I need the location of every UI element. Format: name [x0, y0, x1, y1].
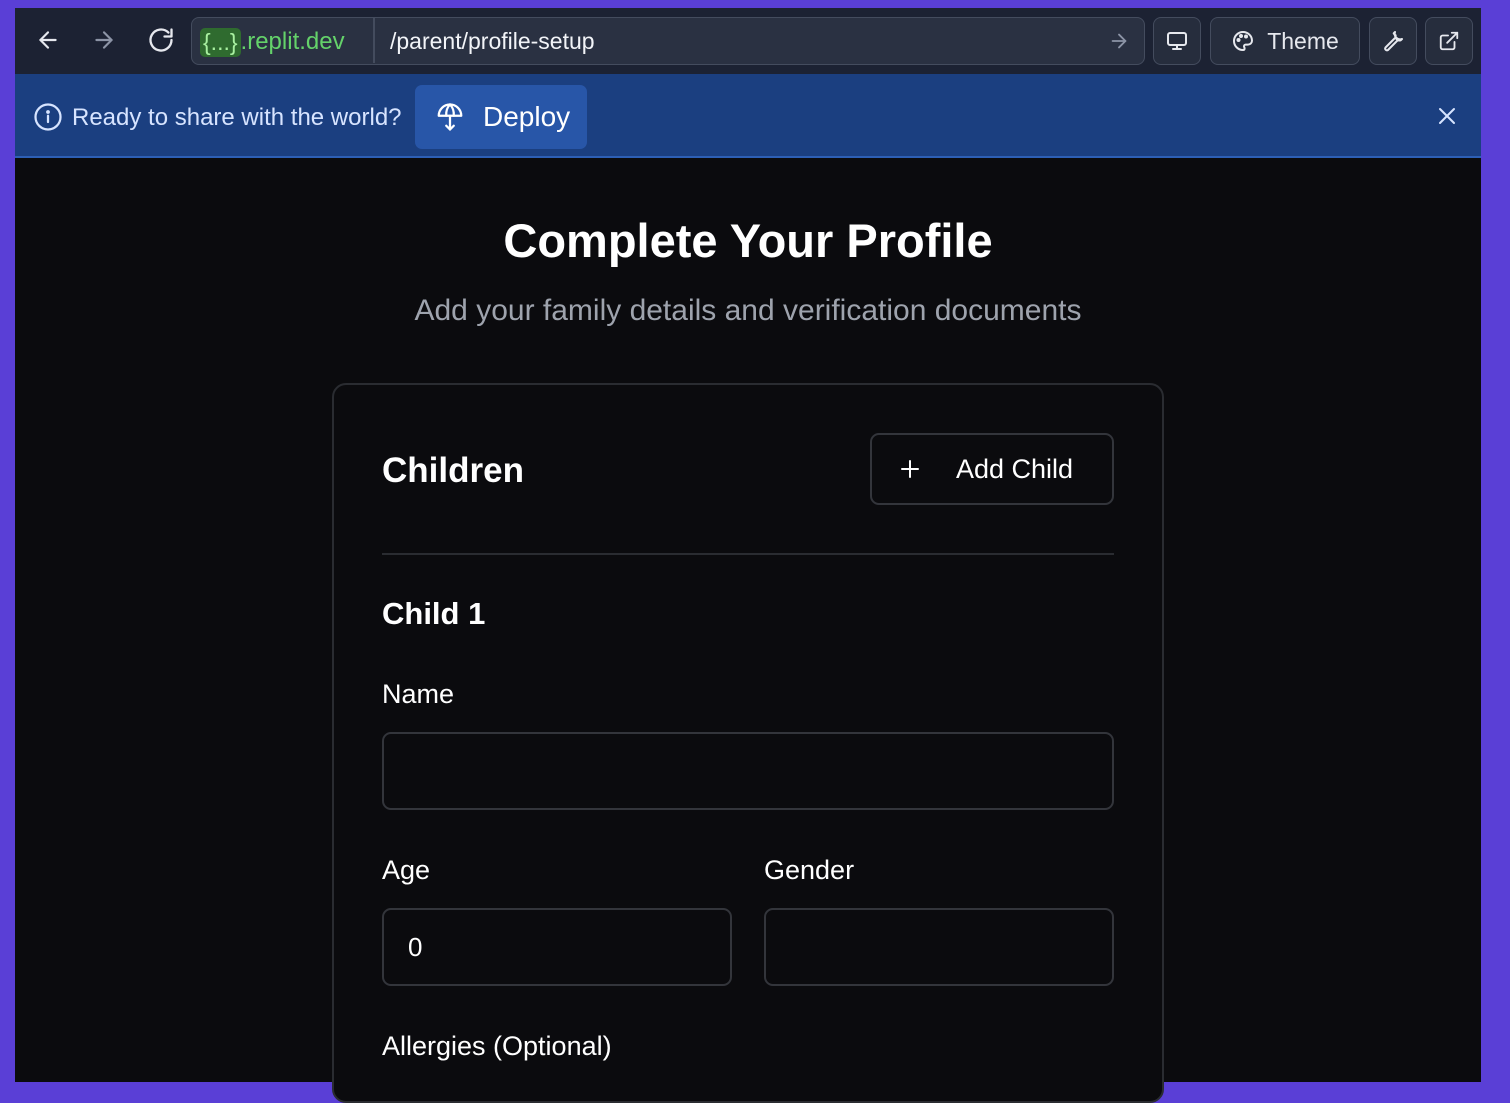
forward-button[interactable]: [86, 22, 122, 58]
browser-window: {...} .replit.dev /parent/profile-setup T…: [12, 8, 1484, 1103]
allergies-label: Allergies (Optional): [382, 1031, 612, 1061]
child-age-input[interactable]: [382, 908, 732, 986]
child-gender-input[interactable]: [764, 908, 1114, 986]
add-child-label: Add Child: [956, 453, 1074, 484]
palette-icon: [1233, 31, 1254, 51]
reload-icon: [149, 28, 173, 52]
page-subtitle: Add your family details and verification…: [414, 294, 1082, 327]
gender-label: Gender: [764, 855, 855, 885]
deploy-banner: Ready to share with the world? Deploy: [15, 74, 1481, 158]
wrench-icon: [1384, 31, 1403, 52]
url-domain: {...} .replit.dev: [200, 26, 345, 58]
browser-toolbar: {...} .replit.dev /parent/profile-setup T…: [15, 8, 1481, 74]
device-preview-button[interactable]: [1153, 17, 1201, 65]
reload-button[interactable]: [143, 22, 179, 58]
back-button[interactable]: [30, 22, 66, 58]
info-icon: [33, 102, 63, 137]
url-domain-text: .replit.dev: [240, 28, 345, 55]
devtools-button[interactable]: [1369, 17, 1417, 65]
banner-message: Ready to share with the world?: [72, 104, 402, 131]
url-go-button[interactable]: [1108, 30, 1130, 57]
plus-icon: [901, 460, 919, 478]
deploy-icon: [437, 103, 463, 131]
age-label: Age: [382, 855, 431, 885]
children-section-title: Children: [382, 451, 524, 490]
url-domain-badge: {...}: [200, 27, 241, 57]
child-name-input[interactable]: [382, 732, 1114, 810]
deploy-label: Deploy: [483, 101, 571, 132]
section-divider: [382, 553, 1114, 555]
theme-button[interactable]: Theme: [1210, 17, 1360, 65]
open-new-tab-button[interactable]: [1425, 17, 1473, 65]
close-icon: [1439, 108, 1455, 124]
page-title: Complete Your Profile: [503, 214, 993, 267]
name-label: Name: [382, 679, 455, 709]
theme-label: Theme: [1267, 27, 1339, 54]
url-path[interactable]: /parent/profile-setup: [390, 28, 595, 55]
deploy-button[interactable]: Deploy: [415, 85, 587, 149]
add-child-button[interactable]: Add Child: [870, 433, 1114, 505]
external-link-icon: [1439, 31, 1459, 51]
child-heading: Child 1: [382, 596, 486, 631]
url-bar[interactable]: {...} .replit.dev /parent/profile-setup: [191, 17, 1145, 65]
arrow-left-icon: [39, 31, 57, 49]
close-banner-button[interactable]: [1435, 104, 1459, 133]
monitor-icon: [1167, 32, 1187, 50]
arrow-right-icon: [95, 31, 113, 49]
children-card: Children Add Child Child 1 Name Age Gend…: [332, 383, 1164, 1103]
url-separator: [373, 18, 375, 63]
arrow-right-icon: [1111, 33, 1127, 49]
